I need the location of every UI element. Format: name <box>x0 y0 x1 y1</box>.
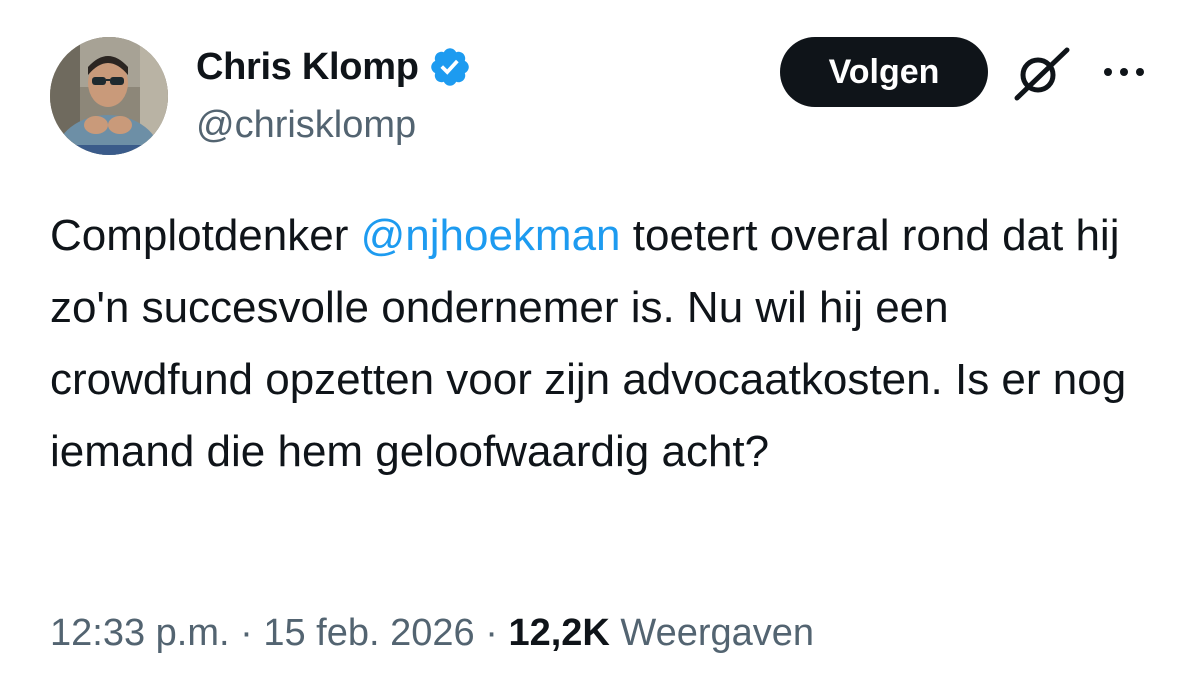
tweet-meta: 12:33 p.m. · 15 feb. 2026 · 12,2K Weerga… <box>50 608 814 658</box>
views-count[interactable]: 12,2K <box>508 612 609 654</box>
tweet-text: Complotdenker @njhoekman toetert overal … <box>50 200 1160 488</box>
avatar-photo <box>50 37 168 155</box>
more-icon[interactable] <box>1100 60 1148 84</box>
meta-separator: · <box>485 612 498 654</box>
tweet-text-before: Complotdenker <box>50 211 361 260</box>
views-label[interactable]: Weergaven <box>620 612 814 654</box>
verified-badge-icon <box>430 48 469 86</box>
grok-icon[interactable] <box>1011 45 1071 101</box>
tweet-time[interactable]: 12:33 p.m. <box>50 612 230 654</box>
author-name-row: Chris Klomp <box>196 44 472 90</box>
meta-separator: · <box>240 612 253 654</box>
tweet-date[interactable]: 15 feb. 2026 <box>263 612 474 654</box>
follow-button[interactable]: Volgen <box>780 37 988 107</box>
author-display-name[interactable]: Chris Klomp <box>196 44 419 90</box>
mention-link[interactable]: @njhoekman <box>361 211 621 260</box>
avatar[interactable] <box>50 37 168 155</box>
author-handle[interactable]: @chrisklomp <box>196 102 416 148</box>
